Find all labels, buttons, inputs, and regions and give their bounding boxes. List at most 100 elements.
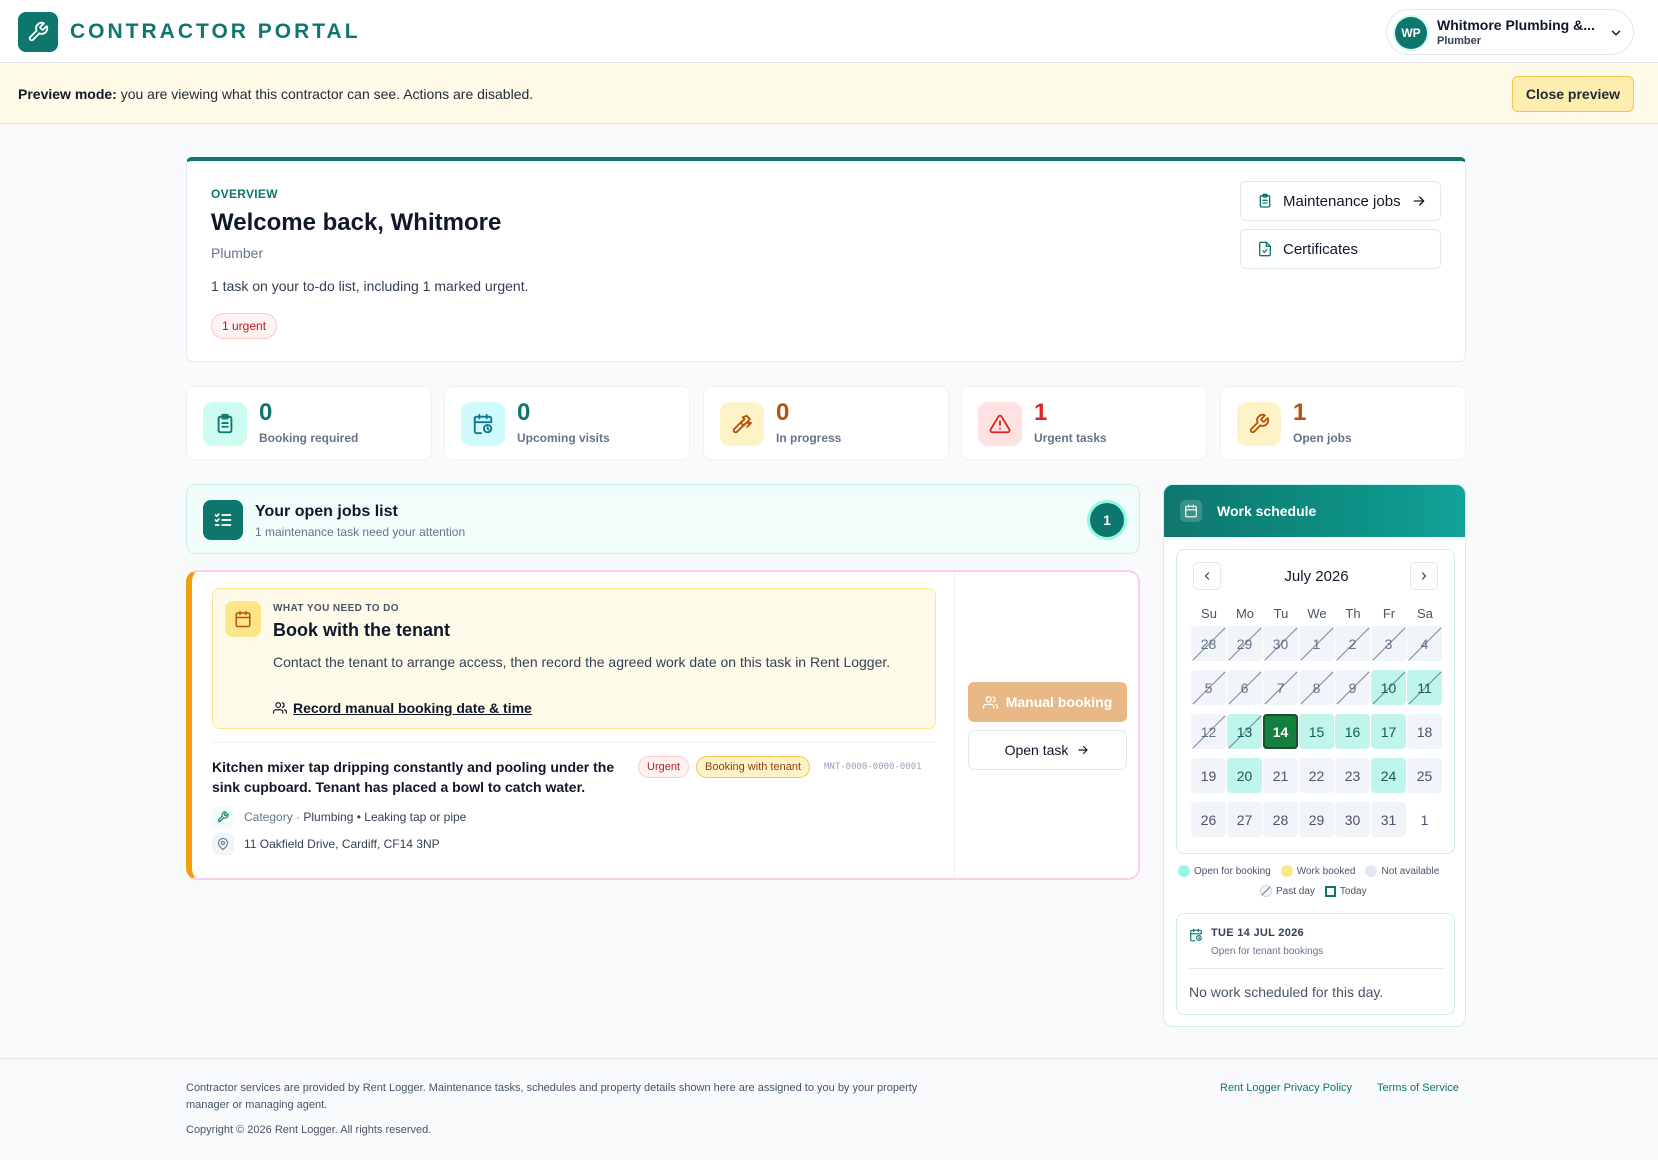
weekday-label: Fr bbox=[1382, 606, 1396, 621]
calendar-day[interactable]: 2 bbox=[1335, 626, 1370, 661]
calendar-day[interactable]: 8 bbox=[1299, 670, 1334, 705]
todo-panel: WHAT YOU NEED TO DO Book with the tenant… bbox=[212, 588, 936, 729]
calendar-day[interactable]: 9 bbox=[1335, 670, 1370, 705]
legend-open-swatch bbox=[1178, 865, 1190, 877]
weekday-label: Mo bbox=[1235, 606, 1255, 621]
calendar-day[interactable]: 24 bbox=[1371, 758, 1406, 793]
account-role: Plumber bbox=[1437, 35, 1482, 47]
legend-today-swatch bbox=[1324, 885, 1336, 897]
job-reference: MNT-0000-0000-0001 bbox=[824, 762, 922, 772]
legend-secondary: Past day Today bbox=[1260, 885, 1367, 897]
record-booking-label: Record manual booking date & time bbox=[293, 700, 532, 716]
calendar-day[interactable]: 11 bbox=[1407, 670, 1442, 705]
calendar-day[interactable]: 6 bbox=[1227, 670, 1262, 705]
status-pill: Booking with tenant bbox=[696, 756, 811, 778]
calendar-day[interactable]: 19 bbox=[1191, 758, 1226, 793]
calendar-day[interactable]: 23 bbox=[1335, 758, 1370, 793]
overview-subtitle: Plumber bbox=[211, 245, 264, 261]
arrow-right-icon bbox=[1076, 743, 1090, 757]
calendar-day[interactable]: 7 bbox=[1263, 670, 1298, 705]
legend-booked-label: Work booked bbox=[1296, 865, 1356, 877]
calendar-day[interactable]: 28 bbox=[1191, 626, 1226, 661]
calendar-day[interactable]: 26 bbox=[1191, 802, 1226, 837]
calendar-day[interactable]: 30 bbox=[1263, 626, 1298, 661]
calendar-day[interactable]: 31 bbox=[1371, 802, 1406, 837]
weekday-label: Sa bbox=[1417, 606, 1433, 621]
todo-title: Book with the tenant bbox=[273, 620, 450, 640]
overview-eyebrow: OVERVIEW bbox=[211, 187, 278, 201]
footer-copyright: Copyright © 2026 Rent Logger. All rights… bbox=[186, 1124, 432, 1136]
calendar-day[interactable]: 15 bbox=[1299, 714, 1334, 749]
file-check-icon bbox=[1257, 241, 1273, 257]
calendar-day[interactable]: 25 bbox=[1407, 758, 1442, 793]
certificates-label: Certificates bbox=[1283, 240, 1359, 258]
certificates-button[interactable]: Certificates bbox=[1240, 229, 1441, 269]
clipboard-list-icon bbox=[203, 402, 247, 446]
calendar-day[interactable]: 22 bbox=[1299, 758, 1334, 793]
calendar-day[interactable]: 4 bbox=[1407, 626, 1442, 661]
arrow-right-icon bbox=[1411, 193, 1427, 209]
privacy-policy-link[interactable]: Rent Logger Privacy Policy bbox=[1220, 1082, 1352, 1094]
stat-label: Urgent tasks bbox=[1034, 431, 1107, 445]
calendar-day[interactable]: 27 bbox=[1227, 802, 1262, 837]
schedule-title: Work schedule bbox=[1217, 503, 1317, 519]
job-address: 11 Oakfield Drive, Cardiff, CF14 3NP bbox=[244, 837, 440, 851]
weekday-label: Th bbox=[1345, 606, 1361, 621]
wrench-logo-icon[interactable] bbox=[18, 12, 58, 52]
calendar-day[interactable]: 20 bbox=[1227, 758, 1262, 793]
calendar-day[interactable]: 28 bbox=[1263, 802, 1298, 837]
weekday-label: We bbox=[1307, 606, 1327, 621]
todo-text: Contact the tenant to arrange access, th… bbox=[273, 654, 891, 670]
calendar-day-today[interactable]: 14 bbox=[1263, 714, 1298, 749]
preview-banner: Preview mode: you are viewing what this … bbox=[0, 63, 1658, 124]
map-pin-icon bbox=[212, 833, 234, 855]
open-task-label: Open task bbox=[1004, 742, 1069, 758]
calendar-day[interactable]: 1 bbox=[1299, 626, 1334, 661]
maintenance-jobs-button[interactable]: Maintenance jobs bbox=[1240, 181, 1441, 221]
stat-value: 1 bbox=[1293, 399, 1307, 426]
open-task-button[interactable]: Open task bbox=[968, 730, 1127, 770]
calendar-day[interactable]: 16 bbox=[1335, 714, 1370, 749]
calendar-day[interactable]: 18 bbox=[1407, 714, 1442, 749]
calendar-day[interactable]: 10 bbox=[1371, 670, 1406, 705]
category-label: Category bbox=[244, 810, 293, 824]
calendar-day[interactable]: 29 bbox=[1299, 802, 1334, 837]
calendar-icon bbox=[1180, 500, 1202, 522]
divider bbox=[954, 572, 955, 878]
weekday-label: Su bbox=[1201, 606, 1217, 621]
selected-date: TUE 14 JUL 2026 bbox=[1211, 927, 1304, 939]
calendar-day[interactable]: 5 bbox=[1191, 670, 1226, 705]
preview-message: Preview mode: you are viewing what this … bbox=[18, 86, 533, 102]
job-category: Category · Plumbing • Leaking tap or pip… bbox=[244, 810, 466, 824]
legend-unavailable-swatch bbox=[1365, 865, 1378, 877]
divider bbox=[1189, 968, 1444, 969]
users-icon bbox=[273, 701, 287, 715]
calendar-day[interactable]: 29 bbox=[1227, 626, 1262, 661]
calendar-day[interactable]: 13 bbox=[1227, 714, 1262, 749]
calendar-day[interactable]: 17 bbox=[1371, 714, 1406, 749]
account-menu[interactable]: WP Whitmore Plumbing &... Plumber bbox=[1386, 9, 1634, 55]
calendar-day[interactable]: 21 bbox=[1263, 758, 1298, 793]
calendar-day[interactable]: 12 bbox=[1191, 714, 1226, 749]
users-icon bbox=[982, 695, 998, 710]
avatar: WP bbox=[1395, 17, 1427, 49]
close-preview-button[interactable]: Close preview bbox=[1512, 76, 1634, 112]
calendar-day[interactable]: 1 bbox=[1407, 802, 1442, 837]
list-checks-icon bbox=[203, 500, 243, 540]
terms-of-service-link[interactable]: Terms of Service bbox=[1377, 1082, 1459, 1094]
open-jobs-title: Your open jobs list bbox=[255, 503, 398, 520]
legend-unavailable-label: Not available bbox=[1381, 865, 1440, 877]
urgent-badge: 1 urgent bbox=[211, 313, 278, 339]
maintenance-jobs-label: Maintenance jobs bbox=[1283, 192, 1401, 210]
stat-upcoming-visits: 0 Upcoming visits bbox=[444, 386, 690, 460]
manual-booking-button[interactable]: Manual booking bbox=[968, 682, 1127, 722]
stat-label: Upcoming visits bbox=[517, 431, 610, 445]
record-booking-link[interactable]: Record manual booking date & time bbox=[273, 700, 532, 716]
calendar-clock-icon bbox=[1189, 928, 1203, 942]
calendar-day[interactable]: 30 bbox=[1335, 802, 1370, 837]
stat-booking-required: 0 Booking required bbox=[186, 386, 432, 460]
preview-label: Preview mode: bbox=[18, 86, 117, 102]
calendar-day[interactable]: 3 bbox=[1371, 626, 1406, 661]
next-month-button[interactable] bbox=[1410, 562, 1438, 590]
calendar-clock-icon bbox=[461, 402, 505, 446]
